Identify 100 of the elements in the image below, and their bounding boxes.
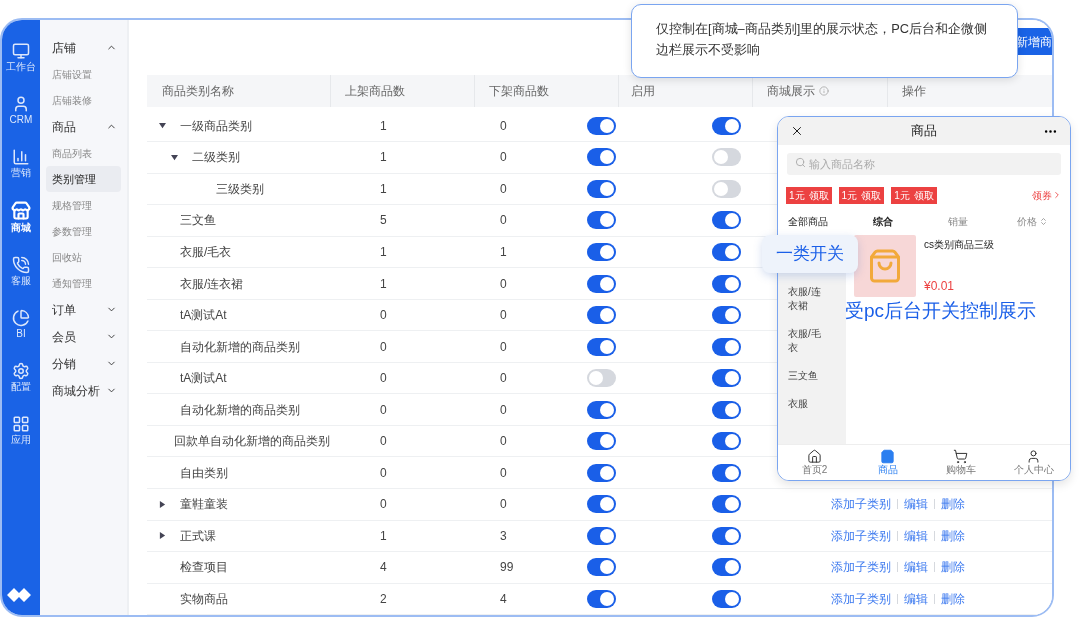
toggle-switch[interactable] [587,337,616,356]
toggle-switch[interactable] [712,243,741,261]
table-cell-text: 0 [500,401,507,419]
menu-group[interactable]: 订单 [46,296,121,323]
action-link[interactable]: 删除 [941,558,965,577]
menu-item[interactable]: 规格管理 [46,192,121,218]
toggle-switch[interactable] [587,274,616,293]
caret-down-icon[interactable] [159,122,166,130]
toggle-switch[interactable] [587,148,616,167]
action-link[interactable]: 添加子类别 [831,558,891,577]
menu-group[interactable]: 商城分析 [46,377,121,404]
search-field[interactable]: 输入商品名称 [787,153,1061,175]
caret-right-icon[interactable] [159,532,166,540]
toggle-switch[interactable] [712,369,741,388]
toggle-switch[interactable] [712,179,741,198]
action-link[interactable]: 添加子类别 [831,589,891,608]
menu-group[interactable]: 店铺 [46,34,121,61]
toggle-switch[interactable] [712,432,741,451]
toggle-switch[interactable] [712,495,741,514]
category-item[interactable]: 衣服/毛衣 [778,320,830,362]
table-cell: 0 [380,339,387,354]
toggle-switch[interactable] [712,274,741,293]
action-link[interactable]: 编辑 [904,589,928,608]
sort-tab[interactable]: 销量 [920,213,996,229]
toggle-switch[interactable] [587,526,616,545]
menu-item[interactable]: 参数管理 [46,218,121,244]
rail-item[interactable]: BI [12,309,30,340]
close-icon[interactable] [790,124,804,138]
toggle-switch[interactable] [587,179,616,198]
menu-item[interactable]: 店铺装修 [46,87,121,113]
category-item[interactable]: 衣服 [778,390,830,418]
rail-item[interactable]: 商城 [11,201,31,234]
action-link[interactable]: 添加子类别 [831,495,891,514]
action-link[interactable]: 编辑 [904,526,928,545]
toggle-switch[interactable] [712,337,741,356]
toggle-switch[interactable] [712,211,741,230]
caret-right-icon[interactable] [159,500,166,508]
coupon-tag[interactable]: 1元 领取 [838,186,885,204]
search-icon [795,157,806,168]
menu-group[interactable]: 会员 [46,323,121,350]
toggle-switch[interactable] [587,589,616,608]
toggle-switch[interactable] [712,463,741,482]
sort-tab[interactable]: 价格 [995,213,1070,229]
phone-icon [12,256,30,274]
action-link[interactable]: 添加子类别 [831,526,891,545]
toggle-switch[interactable] [712,400,741,419]
caret-down-icon[interactable] [171,153,178,161]
toggle-switch[interactable] [587,243,616,261]
toggle-switch[interactable] [587,306,616,325]
toggle-switch[interactable] [712,148,741,167]
toggle-switch[interactable] [587,400,616,419]
rail-item[interactable]: 应用 [11,415,31,446]
tab-bar-item[interactable]: 首页2 [778,445,851,480]
coupon-tag[interactable]: 1元 领取 [786,186,832,204]
category-item[interactable]: 三文鱼 [778,362,830,390]
action-link[interactable]: 编辑 [904,495,928,514]
action-link[interactable]: 删除 [941,495,965,514]
table-cell: 1 [380,181,387,196]
tab-bar-item[interactable]: 个人中心 [997,445,1070,480]
table-cell-text: 3 [500,527,507,545]
action-link[interactable]: 编辑 [904,558,928,577]
menu-item[interactable]: 类别管理 [46,166,121,192]
table-cell: 0 [380,402,387,417]
table-cell-text: 0 [500,212,507,230]
toggle-switch[interactable] [587,116,616,135]
action-link[interactable]: 删除 [941,526,965,545]
toggle-switch[interactable] [587,463,616,482]
menu-group[interactable]: 分销 [46,350,121,377]
toggle-switch[interactable] [712,558,741,577]
category-item[interactable]: 全部商品 [778,209,846,235]
toggle-switch[interactable] [712,306,741,325]
category-item[interactable]: 衣服/连衣裙 [778,278,830,320]
toggle-switch[interactable] [712,589,741,608]
toggle-switch[interactable] [587,432,616,451]
toggle-switch[interactable] [587,495,616,514]
action-link[interactable]: 删除 [941,589,965,608]
info-icon [819,85,829,96]
menu-group[interactable]: 商品 [46,113,121,140]
tab-bar-item[interactable]: 商品 [851,445,924,480]
menu-item[interactable]: 商品列表 [46,140,121,166]
sort-icon [1039,216,1049,226]
rail-item[interactable]: 营销 [11,148,31,179]
toggle-switch[interactable] [587,558,616,577]
sort-tab[interactable]: 综合 [846,213,921,229]
toggle-switch[interactable] [712,116,741,135]
table-cell-text: 0 [500,464,507,482]
toggle-switch[interactable] [587,211,616,230]
rail-item[interactable]: 客服 [11,256,31,287]
toggle-switch[interactable] [712,526,741,545]
rail-item[interactable]: CRM [9,95,33,126]
coupon-link[interactable]: 领券 [1032,187,1062,203]
rail-item[interactable]: 工作台 [6,42,36,73]
toggle-switch[interactable] [587,369,616,388]
table-cell-text: 自动化新增的商品类别 [180,401,300,419]
coupon-tag[interactable]: 1元 领取 [891,186,937,204]
menu-item[interactable]: 店铺设置 [46,61,121,87]
tab-bar-item[interactable]: 购物车 [924,445,997,480]
menu-item[interactable]: 通知管理 [46,270,121,296]
rail-item[interactable]: 配置 [11,362,31,393]
menu-item[interactable]: 回收站 [46,244,121,270]
